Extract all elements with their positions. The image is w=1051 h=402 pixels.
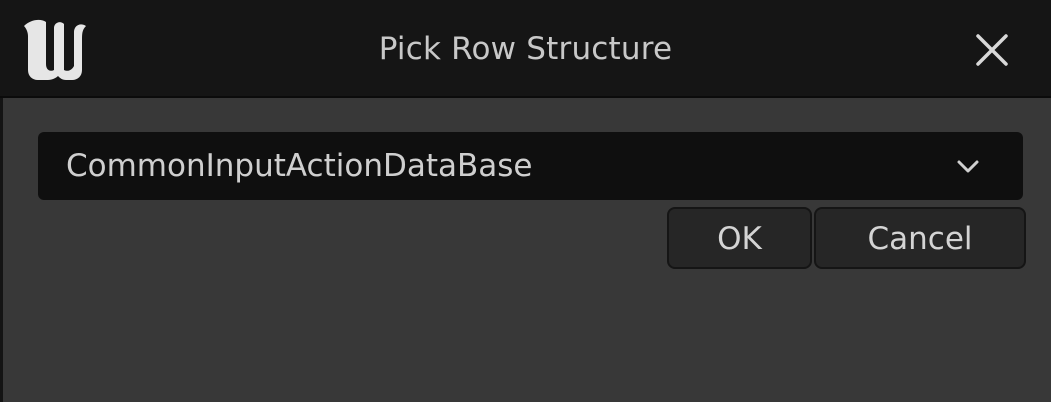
chevron-down-icon	[957, 160, 979, 173]
dialog-title: Pick Row Structure	[378, 31, 673, 67]
ok-button[interactable]: OK	[667, 207, 812, 269]
pick-row-structure-dialog: Pick Row Structure CommonInputActionData…	[0, 0, 1051, 402]
title-bar[interactable]: Pick Row Structure	[0, 0, 1051, 98]
close-icon[interactable]	[966, 24, 1018, 76]
selected-row-structure: CommonInputActionDataBase	[66, 148, 533, 184]
row-structure-dropdown[interactable]: CommonInputActionDataBase	[38, 132, 1023, 200]
cancel-button[interactable]: Cancel	[814, 207, 1026, 269]
